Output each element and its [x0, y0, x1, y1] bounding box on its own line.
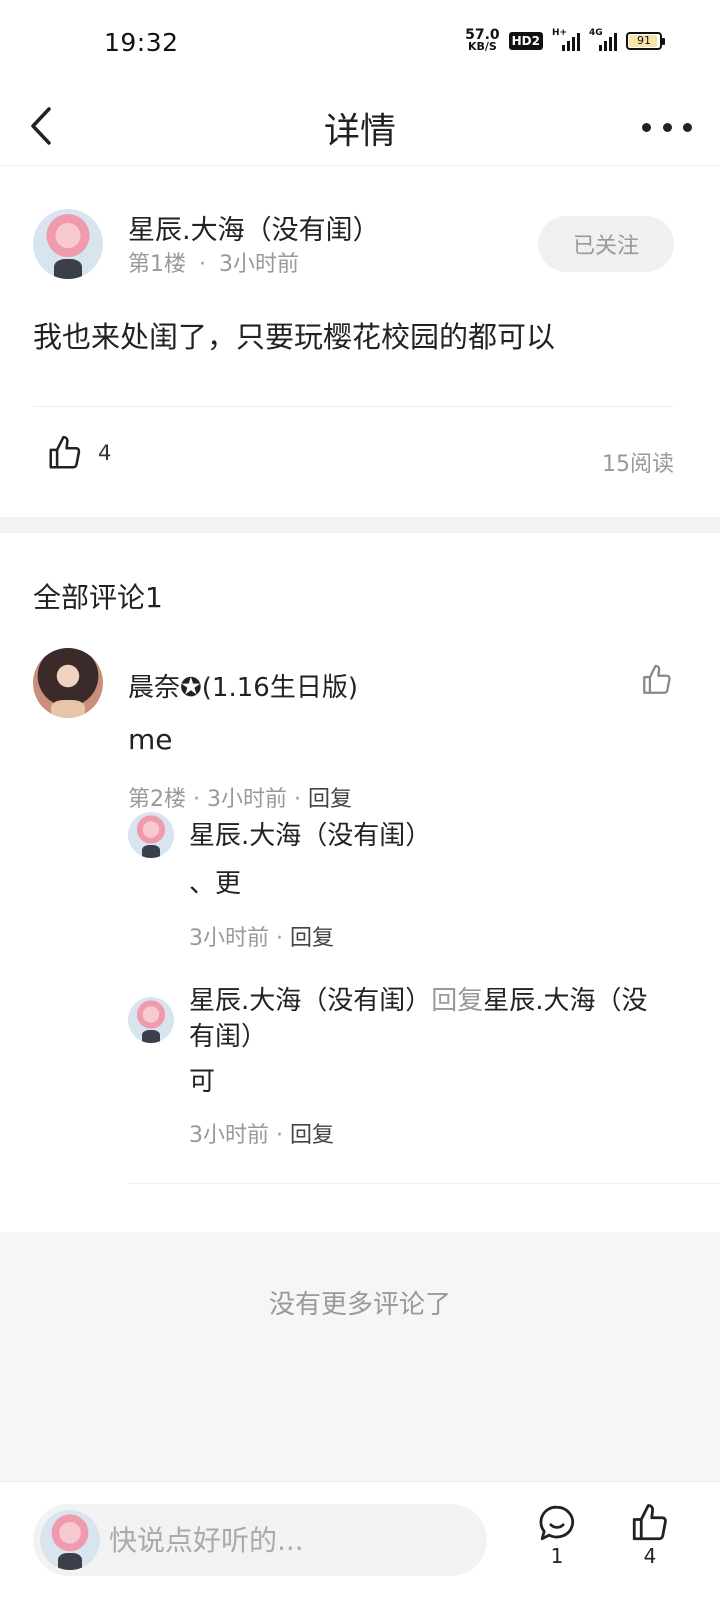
status-bar: 19:32 57.0 KB/S HD2 H+ 4G 91 — [0, 0, 720, 88]
like-button[interactable]: 4 — [620, 1502, 680, 1568]
post-time: 3小时前 — [219, 252, 299, 277]
commenter-avatar[interactable] — [33, 648, 103, 718]
reply-to-label: 回复 — [431, 986, 484, 1016]
author-avatar[interactable] — [33, 209, 103, 279]
thumbs-up-icon — [632, 1504, 667, 1541]
reply-meta: 3小时前 · 回复 — [189, 920, 334, 952]
comment-input[interactable] — [109, 1514, 469, 1566]
divider — [33, 406, 674, 407]
reply-item: 星辰.大海（没有闺）回复星辰.大海（没 有闺） 可 3小时前 · 回复 — [128, 983, 688, 1153]
comment-count: 1 — [550, 1544, 564, 1568]
reply-meta: 3小时前 · 回复 — [189, 1117, 334, 1149]
post-card: 星辰.大海（没有闺） 第1楼 · 3小时前 已关注 我也来处闺了，只要玩樱花校园… — [0, 166, 720, 517]
comment-input-box[interactable] — [33, 1504, 487, 1576]
reply-target[interactable]: 星辰.大海（没 — [483, 986, 647, 1016]
read-count: 15阅读 — [602, 452, 674, 477]
comment-bubble-icon — [539, 1505, 574, 1541]
post-content: 我也来处闺了，只要玩樱花校园的都可以 — [33, 320, 556, 354]
status-icons: 57.0 KB/S HD2 H+ 4G 91 — [465, 28, 665, 53]
hd-voice-icon: HD2 — [508, 32, 543, 50]
comment-button[interactable]: 1 — [527, 1502, 587, 1568]
reply-link[interactable]: 回复 — [290, 1123, 334, 1148]
comment-text: me — [128, 723, 173, 756]
thumbs-up-icon — [643, 664, 671, 694]
signal-icon: H+ — [552, 28, 580, 51]
battery-icon: 91 — [626, 32, 665, 50]
reply-avatar[interactable] — [128, 812, 174, 858]
nav-bar: 详情 — [0, 88, 720, 166]
reply-avatar[interactable] — [128, 997, 174, 1043]
post-like-count: 4 — [98, 441, 112, 465]
more-dot-icon — [642, 122, 651, 132]
network-speed-unit: KB/S — [467, 40, 497, 53]
divider — [128, 1183, 720, 1184]
like-count: 4 — [643, 1544, 657, 1568]
page-title: 详情 — [323, 111, 396, 152]
reply-meta-text: 3小时前 · — [189, 926, 290, 951]
follow-button[interactable]: 已关注 — [538, 216, 674, 272]
commenter-name[interactable]: 晨奈✪(1.16生日版) — [128, 667, 358, 704]
reply-author-line: 星辰.大海（没有闺）回复星辰.大海（没 有闺） — [189, 983, 648, 1055]
post-meta: 第1楼 · 3小时前 — [128, 246, 299, 278]
more-dot-icon — [662, 122, 672, 132]
bottom-bar: 1 4 — [0, 1481, 720, 1600]
more-dot-icon — [683, 122, 692, 132]
signal-type-label: H+ — [552, 28, 568, 38]
reply-target-cont[interactable]: 有闺） — [189, 1022, 267, 1052]
signal-icon-2: 4G — [589, 28, 617, 51]
reply-text: 、更 — [189, 869, 242, 899]
my-avatar — [40, 1510, 100, 1570]
battery-level: 91 — [637, 34, 651, 47]
comments-title: 全部评论1 — [33, 581, 163, 614]
reply-author[interactable]: 星辰.大海（没有闺） — [189, 815, 431, 852]
post-floor: 第1楼 — [128, 252, 186, 277]
reply-item: 星辰.大海（没有闺） 、更 3小时前 · 回复 — [128, 808, 688, 958]
network-speed: 57.0 KB/S — [465, 28, 500, 53]
section-separator — [0, 517, 720, 533]
meta-separator: · — [199, 252, 206, 277]
no-more-panel: 没有更多评论了 — [0, 1232, 720, 1482]
no-more-text: 没有更多评论了 — [268, 1290, 451, 1320]
more-button[interactable] — [642, 102, 692, 152]
reply-author[interactable]: 星辰.大海（没有闺） — [189, 986, 431, 1016]
post-like-button[interactable]: 4 — [46, 434, 111, 472]
reply-meta-text: 3小时前 · — [189, 1123, 290, 1148]
reply-text: 可 — [189, 1067, 216, 1097]
status-time: 19:32 — [104, 28, 179, 57]
signal-type-label-2: 4G — [589, 28, 603, 38]
thumbs-up-icon — [49, 435, 81, 469]
reply-link[interactable]: 回复 — [290, 926, 334, 951]
post-author-name[interactable]: 星辰.大海（没有闺） — [128, 208, 380, 247]
comment-like-button[interactable] — [640, 663, 674, 701]
